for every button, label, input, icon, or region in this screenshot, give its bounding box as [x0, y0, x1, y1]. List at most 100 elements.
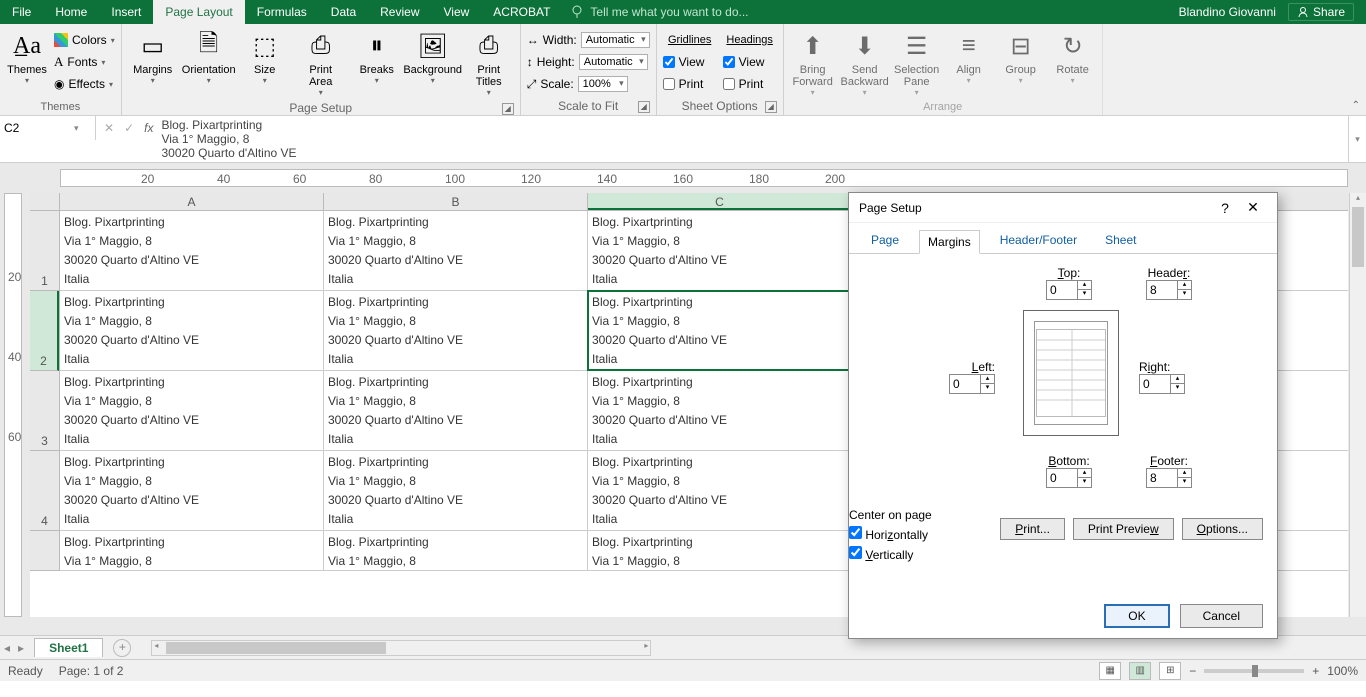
- cell[interactable]: Blog. PixartprintingVia 1° Maggio, 83002…: [60, 211, 324, 290]
- top-spinner[interactable]: ▴▾: [1046, 280, 1092, 300]
- cell[interactable]: Blog. PixartprintingVia 1° Maggio, 83002…: [588, 291, 852, 370]
- tab-insert[interactable]: Insert: [99, 0, 153, 24]
- scale-launcher[interactable]: ◢: [638, 101, 650, 113]
- name-box[interactable]: ▾: [0, 116, 96, 140]
- cell[interactable]: Blog. PixartprintingVia 1° Maggio, 8: [60, 531, 324, 570]
- cell[interactable]: Blog. PixartprintingVia 1° Maggio, 83002…: [324, 451, 588, 530]
- header-input[interactable]: [1147, 281, 1177, 299]
- margins-button[interactable]: ▭Margins▾: [126, 28, 180, 87]
- sheet-tab-1[interactable]: Sheet1: [34, 638, 103, 657]
- col-header-c[interactable]: C: [588, 193, 852, 210]
- left-input[interactable]: [950, 375, 980, 393]
- dialog-tab-sheet[interactable]: Sheet: [1097, 229, 1144, 253]
- tab-data[interactable]: Data: [319, 0, 368, 24]
- fonts-button[interactable]: AFonts▾: [54, 52, 115, 72]
- headings-view-check[interactable]: [723, 56, 735, 68]
- cancel-formula-icon[interactable]: ✕: [104, 121, 114, 135]
- dialog-tab-header-footer[interactable]: Header/Footer: [992, 229, 1085, 253]
- cell[interactable]: Blog. PixartprintingVia 1° Maggio, 8: [324, 531, 588, 570]
- vertically-check-row[interactable]: Vertically: [849, 546, 932, 562]
- row-header-3[interactable]: 3: [30, 371, 59, 451]
- tab-page-layout[interactable]: Page Layout: [153, 0, 244, 24]
- cell[interactable]: Blog. PixartprintingVia 1° Maggio, 83002…: [60, 371, 324, 450]
- row-header-2[interactable]: 2: [30, 291, 59, 371]
- options-button[interactable]: Options...: [1182, 518, 1263, 540]
- col-header-a[interactable]: A: [60, 193, 324, 210]
- effects-button[interactable]: ◉Effects▾: [54, 74, 115, 94]
- row-header-5[interactable]: [30, 531, 59, 571]
- share-button[interactable]: Share: [1288, 3, 1354, 21]
- tab-view[interactable]: View: [432, 0, 482, 24]
- tab-home[interactable]: Home: [43, 0, 99, 24]
- left-spinner[interactable]: ▴▾: [949, 374, 995, 394]
- cell[interactable]: Blog. PixartprintingVia 1° Maggio, 83002…: [324, 211, 588, 290]
- themes-button[interactable]: A̲a Themes ▾: [4, 28, 50, 87]
- tell-me[interactable]: Tell me what you want to do...: [570, 5, 748, 19]
- cell[interactable]: Blog. PixartprintingVia 1° Maggio, 83002…: [60, 451, 324, 530]
- name-box-input[interactable]: [4, 121, 74, 135]
- cell[interactable]: Blog. PixartprintingVia 1° Maggio, 83002…: [324, 371, 588, 450]
- sheet-nav-prev[interactable]: ◂: [0, 641, 14, 655]
- add-sheet-button[interactable]: +: [113, 639, 131, 657]
- top-input[interactable]: [1047, 281, 1077, 299]
- sheet-options-launcher[interactable]: ◢: [765, 101, 777, 113]
- tab-file[interactable]: File: [0, 0, 43, 24]
- print-titles-button[interactable]: ⎙PrintTitles▾: [462, 28, 516, 99]
- ok-button[interactable]: OK: [1104, 604, 1169, 628]
- width-combo[interactable]: Automatic: [581, 32, 650, 48]
- enter-formula-icon[interactable]: ✓: [124, 121, 134, 135]
- dialog-close-button[interactable]: ✕: [1239, 199, 1267, 216]
- print-area-button[interactable]: ⎙PrintArea▾: [294, 28, 348, 99]
- breaks-button[interactable]: ⏸Breaks▾: [350, 28, 404, 87]
- sheet-nav-next[interactable]: ▸: [14, 641, 28, 655]
- collapse-ribbon[interactable]: ⌃: [1352, 100, 1360, 111]
- view-normal-button[interactable]: ▦: [1099, 662, 1121, 680]
- zoom-in-button[interactable]: +: [1312, 664, 1319, 678]
- horizontally-check-row[interactable]: Horizontally: [849, 526, 932, 542]
- zoom-slider[interactable]: [1204, 669, 1304, 673]
- zoom-out-button[interactable]: −: [1189, 664, 1196, 678]
- footer-input[interactable]: [1147, 469, 1177, 487]
- row-header-1[interactable]: 1: [30, 211, 59, 291]
- cell[interactable]: Blog. PixartprintingVia 1° Maggio, 83002…: [588, 451, 852, 530]
- col-header-b[interactable]: B: [324, 193, 588, 210]
- gridlines-print-check[interactable]: [663, 78, 675, 90]
- height-combo[interactable]: Automatic: [579, 54, 648, 70]
- user-name[interactable]: Blandino Giovanni: [1179, 5, 1276, 19]
- view-page-layout-button[interactable]: ▥: [1129, 662, 1151, 680]
- cancel-button[interactable]: Cancel: [1180, 604, 1263, 628]
- tab-review[interactable]: Review: [368, 0, 431, 24]
- vertically-check[interactable]: [849, 546, 862, 559]
- expand-formula-bar[interactable]: ▾: [1348, 116, 1366, 162]
- cell[interactable]: Blog. PixartprintingVia 1° Maggio, 83002…: [324, 291, 588, 370]
- vertical-scrollbar[interactable]: ▴: [1349, 193, 1366, 617]
- tab-acrobat[interactable]: ACROBAT: [481, 0, 562, 24]
- page-setup-launcher[interactable]: ◢: [502, 103, 514, 115]
- right-input[interactable]: [1140, 375, 1170, 393]
- dialog-help-button[interactable]: ?: [1211, 200, 1239, 216]
- cell[interactable]: Blog. PixartprintingVia 1° Maggio, 83002…: [60, 291, 324, 370]
- dialog-tab-page[interactable]: Page: [863, 229, 907, 253]
- select-all-corner[interactable]: [30, 193, 60, 210]
- orientation-button[interactable]: 🗎Orientation▾: [182, 28, 236, 87]
- zoom-level[interactable]: 100%: [1327, 664, 1358, 678]
- scale-combo[interactable]: 100%: [578, 76, 628, 92]
- fx-icon[interactable]: fx: [144, 121, 153, 135]
- headings-print-check[interactable]: [723, 78, 735, 90]
- header-spinner[interactable]: ▴▾: [1146, 280, 1192, 300]
- colors-button[interactable]: Colors▾: [54, 30, 115, 50]
- print-preview-button[interactable]: Print Preview: [1073, 518, 1174, 540]
- bottom-spinner[interactable]: ▴▾: [1046, 468, 1092, 488]
- background-button[interactable]: 🖼Background▾: [406, 28, 460, 87]
- print-button[interactable]: Print...: [1000, 518, 1065, 540]
- view-page-break-button[interactable]: ⊞: [1159, 662, 1181, 680]
- formula-text[interactable]: Blog. PixartprintingVia 1° Maggio, 83002…: [161, 116, 1348, 162]
- dialog-tab-margins[interactable]: Margins: [919, 230, 980, 254]
- gridlines-view-check[interactable]: [663, 56, 675, 68]
- bottom-input[interactable]: [1047, 469, 1077, 487]
- size-button[interactable]: ⬚Size▾: [238, 28, 292, 87]
- right-spinner[interactable]: ▴▾: [1139, 374, 1185, 394]
- cell[interactable]: Blog. PixartprintingVia 1° Maggio, 83002…: [588, 211, 852, 290]
- footer-spinner[interactable]: ▴▾: [1146, 468, 1192, 488]
- row-header-4[interactable]: 4: [30, 451, 59, 531]
